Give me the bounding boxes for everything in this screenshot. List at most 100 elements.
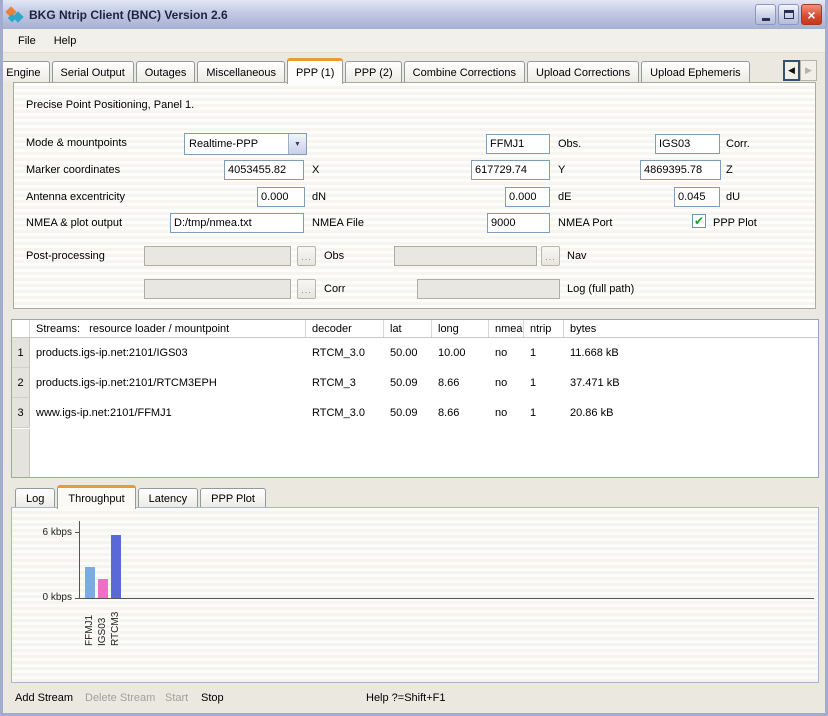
post-obs-browse-button[interactable]: ... [297,246,316,266]
tab-ppp-plot[interactable]: PPP Plot [200,488,266,508]
cell-bytes: 37.471 kB [564,377,818,389]
bar-igs03 [98,579,108,598]
post-log-field [417,279,560,299]
tab-upload-corrections[interactable]: Upload Corrections [527,61,639,83]
antenna-dn-label: dN [312,191,326,203]
app-logo-icon [6,6,24,24]
chart-bars [12,508,818,598]
obs-label: Obs. [558,138,581,150]
minimize-button[interactable] [755,4,776,25]
nmea-file-field[interactable] [170,213,304,233]
post-obs-field [144,246,291,266]
tab-scroll-left-button[interactable]: ◀ [783,60,800,81]
cell-lat: 50.09 [384,407,432,419]
status-bar: Add Stream Delete Stream Start Stop Help… [3,686,825,713]
antenna-de-field[interactable] [505,187,550,207]
cell-decoder: RTCM_3 [306,377,384,389]
xlabel-ffmj1: FFMJ1 [84,602,98,646]
xlabel-igs03: IGS03 [97,602,111,646]
menu-file[interactable]: File [9,32,45,50]
cell-long: 8.66 [432,377,489,389]
corr-mountpoint-field[interactable] [655,134,720,154]
cell-nmea: no [489,407,524,419]
antenna-dn-field[interactable] [257,187,305,207]
tab-feed-engine[interactable]: ed Engine [0,61,50,83]
tab-ppp-1[interactable]: PPP (1) [287,58,343,84]
app-window: BKG Ntrip Client (BNC) Version 2.6 × Fil… [0,0,828,716]
close-button[interactable]: × [801,4,822,25]
tab-outages[interactable]: Outages [136,61,196,83]
nmea-port-field[interactable] [487,213,550,233]
marker-z-field[interactable] [640,160,721,180]
menu-bar: File Help [3,29,825,53]
cell-ntrip: 1 [524,377,564,389]
tab-scroll-buttons: ◀ ▶ [783,60,817,81]
add-stream-button[interactable]: Add Stream [15,692,73,704]
post-nav-browse-button[interactable]: ... [541,246,560,266]
maximize-button[interactable] [778,4,799,25]
arrow-right-icon: ▶ [805,65,812,76]
header-lat: lat [384,320,432,337]
antenna-du-field[interactable] [674,187,720,207]
table-row[interactable]: 1 products.igs-ip.net:2101/IGS03 RTCM_3.… [12,338,818,368]
post-nav-label: Nav [567,250,587,262]
cell-decoder: RTCM_3.0 [306,407,384,419]
ppp-plot-label: PPP Plot [713,217,757,229]
minimize-icon [762,18,770,21]
streams-table[interactable]: Streams: resource loader / mountpoint de… [11,319,819,478]
ppp-panel: Precise Point Positioning, Panel 1. Mode… [13,82,816,309]
table-row[interactable]: 3 www.igs-ip.net:2101/FFMJ1 RTCM_3.0 50.… [12,398,818,428]
table-row[interactable]: 2 products.igs-ip.net:2101/RTCM3EPH RTCM… [12,368,818,398]
cell-ntrip: 1 [524,347,564,359]
mode-combobox[interactable]: Realtime-PPP ▼ [184,133,307,155]
ppp-plot-checkbox[interactable]: ✔ [692,214,706,228]
cell-bytes: 20.86 kB [564,407,818,419]
obs-mountpoint-field[interactable] [486,134,550,154]
top-tab-strip: ed Engine Serial Output Outages Miscella… [3,56,825,83]
delete-stream-button: Delete Stream [85,692,155,704]
cell-mountpoint: products.igs-ip.net:2101/IGS03 [30,347,306,359]
mode-combobox-value: Realtime-PPP [185,138,288,150]
cell-ntrip: 1 [524,407,564,419]
tab-miscellaneous[interactable]: Miscellaneous [197,61,285,83]
arrow-left-icon: ◀ [788,65,795,76]
cell-long: 8.66 [432,407,489,419]
menu-help[interactable]: Help [45,32,86,50]
antenna-excentricity-label: Antenna excentricity [26,191,125,203]
tab-serial-output[interactable]: Serial Output [52,61,134,83]
close-icon: × [807,8,815,22]
xlabel-rtcm3: RTCM3 [110,602,124,646]
bar-ffmj1 [85,567,95,598]
row-number: 3 [12,398,30,428]
x-axis [79,598,814,599]
cell-long: 10.00 [432,347,489,359]
tab-throughput[interactable]: Throughput [57,485,135,509]
post-nav-field [394,246,537,266]
tab-log[interactable]: Log [15,488,55,508]
check-icon: ✔ [694,215,704,227]
cell-nmea: no [489,347,524,359]
tab-combine-corrections[interactable]: Combine Corrections [404,61,525,83]
marker-x-field[interactable] [224,160,304,180]
nmea-file-label: NMEA File [312,217,364,229]
cell-mountpoint: products.igs-ip.net:2101/RTCM3EPH [30,377,306,389]
post-obs-label: Obs [324,250,344,262]
marker-y-field[interactable] [471,160,550,180]
tab-latency[interactable]: Latency [138,488,199,508]
post-corr-browse-button[interactable]: ... [297,279,316,299]
corr-label: Corr. [726,138,750,150]
title-bar[interactable]: BKG Ntrip Client (BNC) Version 2.6 × [0,0,828,29]
header-nmea: nmea [489,320,524,337]
maximize-icon [784,10,794,19]
cell-nmea: no [489,377,524,389]
tab-scroll-right-button: ▶ [800,60,817,81]
cell-bytes: 11.668 kB [564,347,818,359]
nmea-plot-output-label: NMEA & plot output [26,217,122,229]
stop-button[interactable]: Stop [201,692,224,704]
tab-ppp-2[interactable]: PPP (2) [345,61,401,83]
header-decoder: decoder [306,320,384,337]
nmea-port-label: NMEA Port [558,217,612,229]
marker-z-label: Z [726,164,733,176]
chevron-down-icon[interactable]: ▼ [288,134,306,154]
tab-upload-ephemeris[interactable]: Upload Ephemeris [641,61,750,83]
